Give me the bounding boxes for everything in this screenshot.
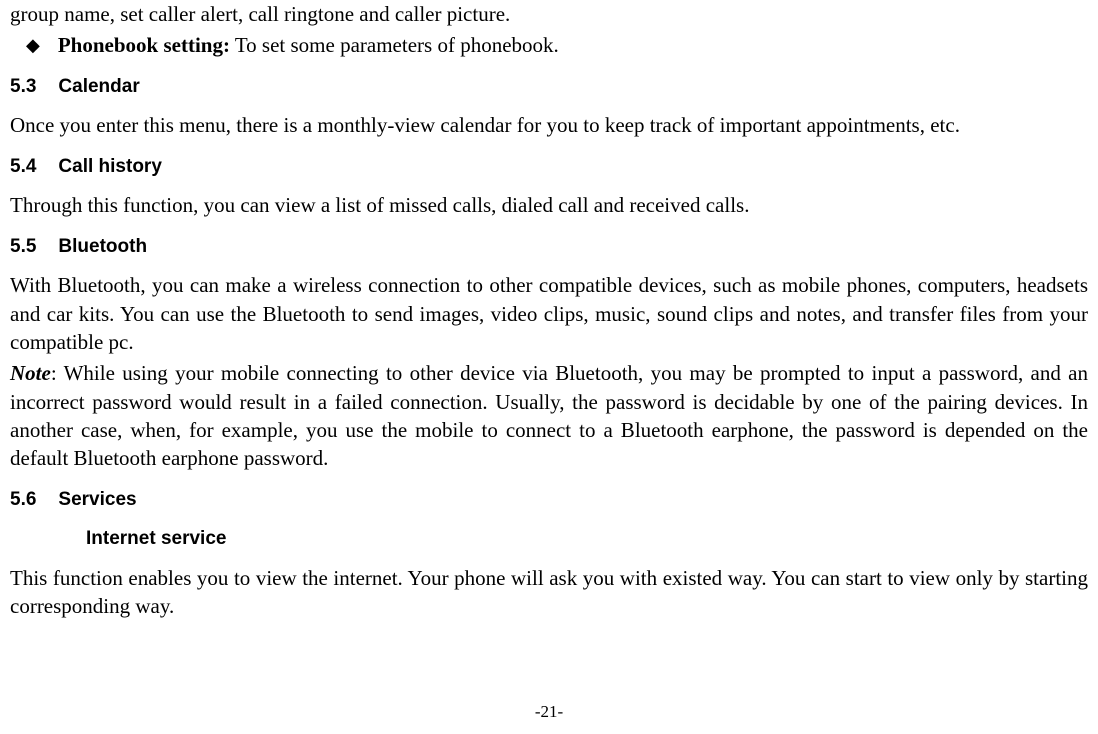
bullet-label: Phonebook setting: (58, 33, 230, 57)
body-internet-service: This function enables you to view the in… (10, 564, 1088, 621)
body-calendar: Once you enter this menu, there is a mon… (10, 111, 1088, 139)
heading-title: Bluetooth (58, 236, 147, 257)
fragment-previous-line: group name, set caller alert, call ringt… (10, 0, 1088, 28)
heading-number: 5.4 (10, 156, 36, 177)
heading-number: 5.3 (10, 76, 36, 97)
heading-calendar: 5.3 Calendar (10, 74, 1088, 100)
heading-services: 5.6 Services (10, 487, 1088, 513)
heading-bluetooth: 5.5 Bluetooth (10, 234, 1088, 260)
heading-number: 5.6 (10, 489, 36, 510)
heading-title: Call history (58, 156, 161, 177)
subheading-internet-service: Internet service (86, 526, 1088, 552)
heading-title: Services (58, 489, 136, 510)
heading-title: Calendar (58, 76, 139, 97)
page-number: -21- (0, 701, 1098, 724)
diamond-bullet-icon: ◆ (26, 33, 40, 59)
note-label: Note (10, 361, 51, 385)
heading-number: 5.5 (10, 236, 36, 257)
body-bluetooth: With Bluetooth, you can make a wireless … (10, 271, 1088, 356)
bullet-phonebook-setting: ◆ Phonebook setting: To set some paramet… (26, 31, 1088, 59)
heading-call-history: 5.4 Call history (10, 154, 1088, 180)
body-bluetooth-note: Note: While using your mobile connecting… (10, 359, 1088, 472)
bullet-desc: To set some parameters of phonebook. (230, 33, 559, 57)
bullet-text: Phonebook setting: To set some parameter… (58, 31, 559, 59)
note-body: : While using your mobile connecting to … (10, 361, 1088, 470)
body-call-history: Through this function, you can view a li… (10, 191, 1088, 219)
